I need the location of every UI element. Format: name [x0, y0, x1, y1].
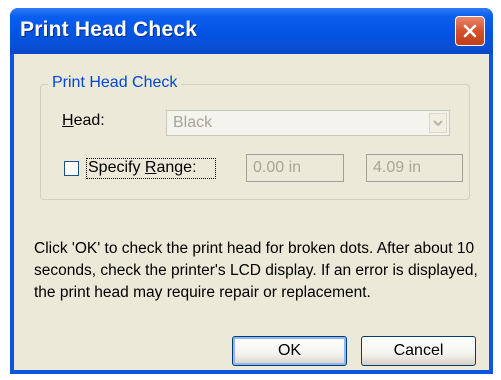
head-select[interactable]: Black	[166, 110, 450, 136]
instruction-text: Click 'OK' to check the print head for b…	[34, 240, 478, 301]
dialog-window: Print Head Check Print Head Check Head: …	[10, 8, 493, 374]
specify-range-text: Specify	[88, 159, 145, 176]
title-bar[interactable]: Print Head Check	[10, 8, 493, 54]
head-label-text: ead:	[73, 112, 105, 129]
head-select-value: Black	[173, 114, 213, 131]
close-icon	[463, 24, 477, 38]
head-label-accesskey: H	[62, 112, 74, 129]
print-head-check-group	[40, 84, 470, 200]
range-end-input[interactable]	[367, 155, 465, 181]
specify-range-checkbox[interactable]	[64, 161, 79, 176]
chevron-down-icon	[433, 120, 443, 127]
range-start-input[interactable]	[247, 155, 345, 181]
ok-button[interactable]: OK	[232, 336, 347, 366]
dropdown-arrow-button[interactable]	[429, 113, 447, 133]
specify-range-label[interactable]: Specify Range:	[88, 159, 197, 177]
cancel-button[interactable]: Cancel	[361, 336, 476, 366]
specify-range-accesskey: R	[144, 159, 157, 176]
range-end-field-box	[366, 154, 465, 182]
close-button[interactable]	[455, 16, 485, 46]
window-title: Print Head Check	[20, 18, 198, 41]
range-start-field-box	[246, 154, 345, 182]
group-title: Print Head Check	[48, 74, 182, 92]
specify-range-text-rest: ange:	[156, 159, 197, 176]
head-label: Head:	[62, 112, 105, 130]
dialog-body: Print Head Check Head: Black Specify Ran…	[14, 54, 489, 370]
